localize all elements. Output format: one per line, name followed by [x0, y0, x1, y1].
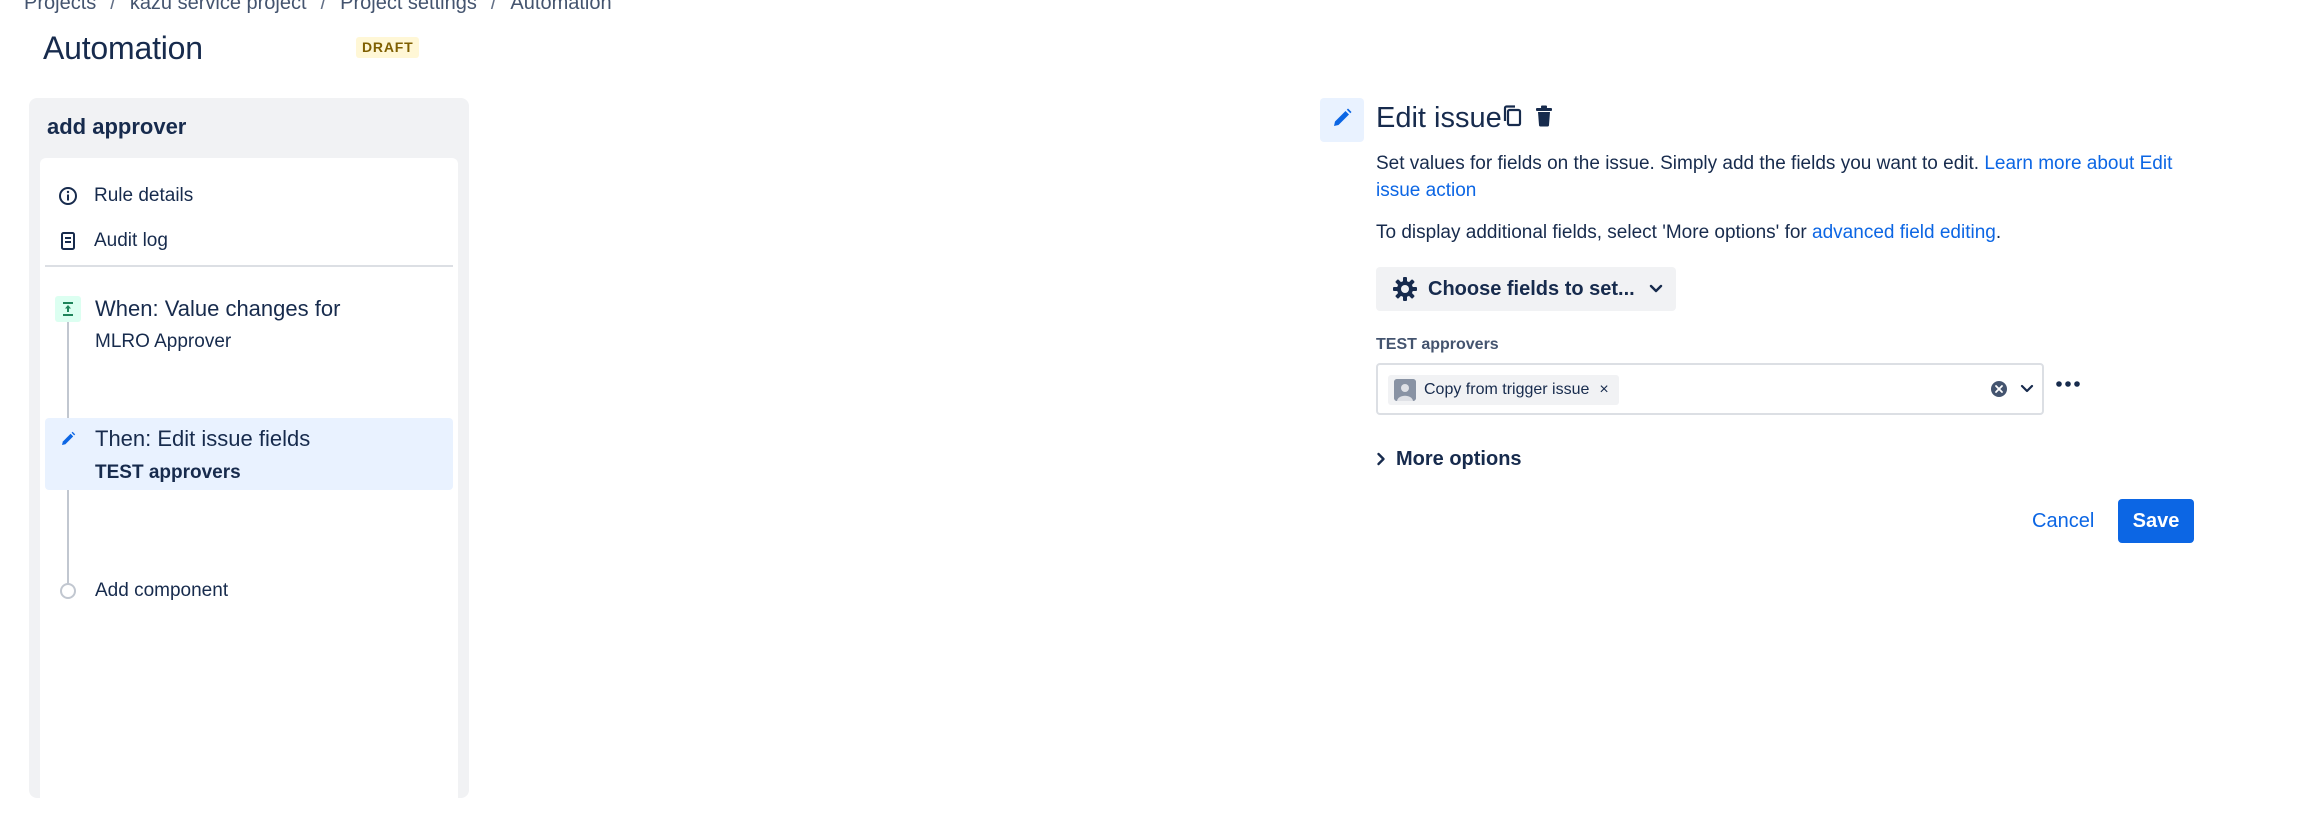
breadcrumb-separator: / [490, 0, 497, 14]
step-subtitle: TEST approvers [95, 462, 241, 483]
editor-title: Edit issue [1376, 102, 1502, 134]
more-actions-button[interactable] [2052, 372, 2084, 396]
copy-button[interactable] [1498, 104, 1526, 132]
cancel-button[interactable]: Cancel [2022, 499, 2104, 543]
save-button[interactable]: Save [2118, 499, 2194, 543]
edit-issue-icon-box [1320, 98, 1364, 142]
menu-item-rule-details[interactable]: Rule details [40, 176, 458, 216]
breadcrumb-projects[interactable]: Projects [24, 0, 96, 15]
rule-card: Rule details Audit log When: Value chang… [40, 158, 458, 818]
approvers-select[interactable]: Copy from trigger issue × [1376, 363, 2044, 415]
rule-step-action[interactable]: Then: Edit issue fields TEST approvers [45, 418, 453, 490]
step-subtitle: MLRO Approver [95, 331, 232, 352]
chevron-right-icon [1376, 452, 1386, 466]
copy-icon [1501, 104, 1523, 133]
status-badge: DRAFT [356, 37, 420, 58]
breadcrumb-project-settings[interactable]: Project settings [340, 0, 477, 15]
choose-fields-button[interactable]: Choose fields to set... [1376, 267, 1676, 311]
description-text: Set values for fields on the issue. Simp… [1376, 153, 1985, 174]
add-component-label: Add component [95, 580, 229, 601]
advanced-hint-end: . [1995, 222, 2002, 243]
rule-name: add approver [47, 114, 187, 139]
menu-divider [45, 265, 453, 267]
add-component-dot [60, 583, 76, 599]
step-title: When: Value changes for [95, 296, 341, 321]
chevron-down-icon[interactable] [2016, 378, 2038, 400]
choose-fields-label: Choose fields to set... [1428, 277, 1635, 300]
menu-item-audit-log[interactable]: Audit log [40, 221, 458, 261]
trigger-icon [55, 296, 81, 322]
add-component-button[interactable]: Add component [78, 571, 438, 611]
chevron-down-icon [1649, 284, 1663, 294]
selected-value-tag: Copy from trigger issue × [1388, 375, 1619, 405]
clear-icon[interactable] [1988, 378, 2010, 400]
timeline-line [67, 488, 69, 584]
breadcrumb-automation[interactable]: Automation [510, 0, 611, 15]
breadcrumb-separator: / [320, 0, 327, 14]
menu-item-label: Audit log [94, 230, 168, 251]
remove-tag-button[interactable]: × [1599, 381, 1608, 399]
trash-icon [1533, 104, 1555, 133]
field-label: TEST approvers [1376, 336, 1499, 353]
tag-label: Copy from trigger issue [1424, 381, 1590, 398]
page-title: Automation [43, 30, 203, 66]
editor-description: Set values for fields on the issue. Simp… [1376, 150, 2216, 204]
delete-button[interactable] [1530, 104, 1558, 132]
more-options-toggle[interactable]: More options [1376, 445, 1522, 473]
rule-step-trigger[interactable]: When: Value changes for MLRO Approver [45, 286, 453, 386]
menu-item-label: Rule details [94, 185, 194, 206]
pencil-icon [55, 426, 81, 452]
breadcrumb: Projects / kazu service project / Projec… [24, 0, 612, 14]
breadcrumb-separator: / [110, 0, 116, 14]
more-options-label: More options [1396, 447, 1522, 470]
breadcrumb-project[interactable]: kazu service project [130, 0, 307, 15]
rule-panel: add approver Rule details Audit log When… [29, 98, 469, 818]
audit-log-icon [57, 230, 79, 252]
avatar [1394, 379, 1416, 401]
gear-icon [1392, 276, 1418, 302]
ellipsis-icon [2055, 375, 2081, 393]
pencil-icon [1330, 106, 1354, 135]
advanced-field-editing-link[interactable]: advanced field editing [1812, 222, 1996, 243]
info-icon [57, 185, 79, 207]
editor-advanced-hint: To display additional fields, select 'Mo… [1376, 219, 2216, 246]
advanced-hint-text: To display additional fields, select 'Mo… [1376, 222, 1813, 243]
step-title: Then: Edit issue fields [95, 426, 311, 451]
